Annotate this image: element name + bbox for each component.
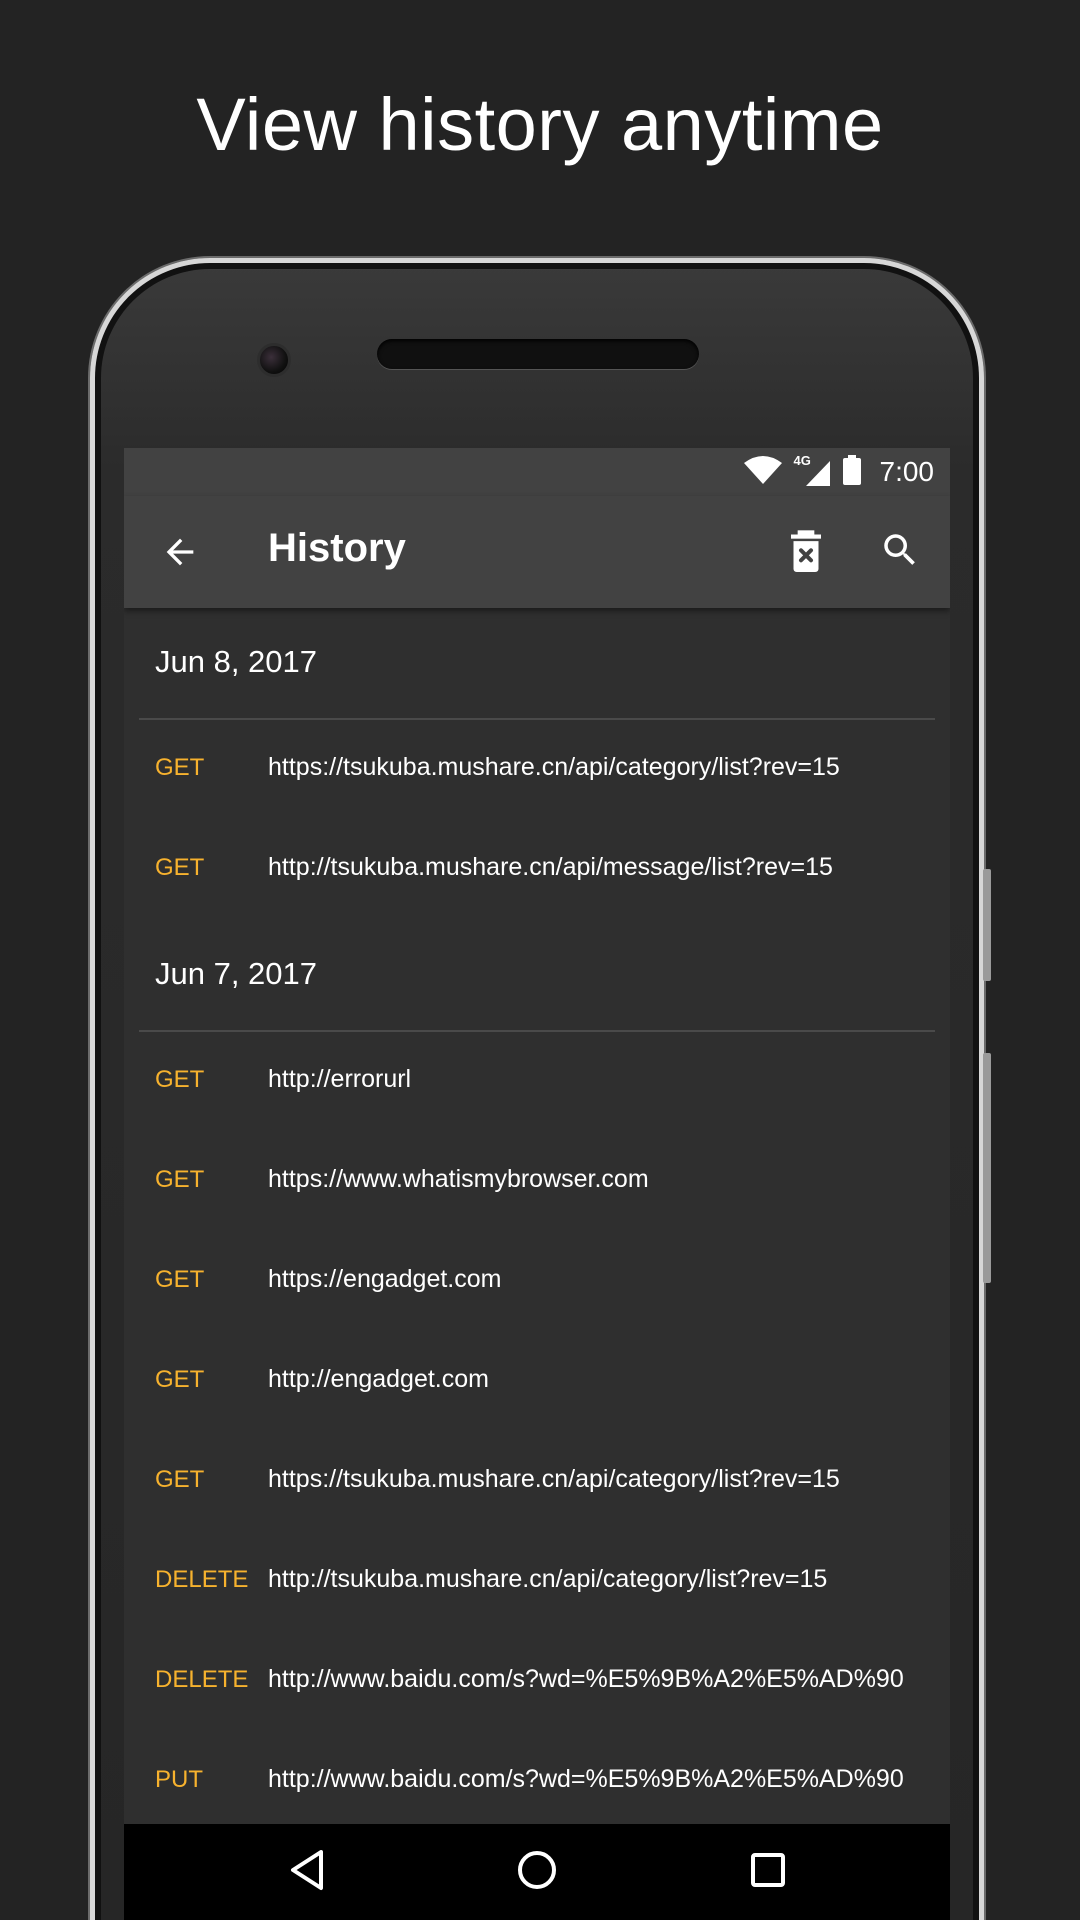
history-item[interactable]: GET http://errorurl: [124, 1032, 950, 1132]
date-label: Jun 7, 2017: [155, 956, 318, 991]
request-method: PUT: [155, 1766, 203, 1793]
request-method: GET: [155, 1266, 205, 1293]
arrow-back-icon: [160, 532, 200, 577]
history-item[interactable]: DELETE http://www.baidu.com/s?wd=%E5%9B%…: [124, 1632, 950, 1732]
home-circle-icon: [515, 1848, 559, 1897]
request-url: https://tsukuba.mushare.cn/api/category/…: [268, 1465, 840, 1493]
page-title: History: [268, 526, 406, 570]
request-url: http://engadget.com: [268, 1365, 489, 1393]
request-method: DELETE: [155, 1566, 249, 1593]
recents-square-icon: [748, 1850, 788, 1895]
history-item[interactable]: DELETE http://tsukuba.mushare.cn/api/cat…: [124, 1532, 950, 1632]
history-item[interactable]: GET http://tsukuba.mushare.cn/api/messag…: [124, 820, 950, 920]
power-button: [983, 1053, 991, 1283]
signal-icon: 4G: [792, 453, 832, 487]
system-nav-bar: [124, 1824, 950, 1920]
search-icon: [879, 529, 921, 576]
request-method: GET: [155, 1166, 205, 1193]
request-method: GET: [155, 1366, 205, 1393]
request-method: GET: [155, 1066, 205, 1093]
history-item[interactable]: GET https://www.whatismybrowser.com: [124, 1132, 950, 1232]
status-time: 7:00: [879, 456, 935, 487]
volume-button: [983, 869, 991, 981]
request-url: http://tsukuba.mushare.cn/api/category/l…: [268, 1565, 828, 1593]
status-bar: 4G 7:00: [124, 448, 950, 496]
date-header: Jun 7, 2017: [124, 920, 950, 1032]
search-button[interactable]: [872, 524, 928, 580]
history-item[interactable]: GET https://engadget.com: [124, 1232, 950, 1332]
history-item[interactable]: GET http://engadget.com: [124, 1332, 950, 1432]
nav-back-button[interactable]: [279, 1844, 335, 1900]
request-url: http://www.baidu.com/s?wd=%E5%9B%A2%E5%A…: [268, 1665, 904, 1693]
request-method: GET: [155, 754, 205, 781]
back-button[interactable]: [152, 526, 208, 582]
request-url: https://tsukuba.mushare.cn/api/category/…: [268, 753, 840, 781]
battery-icon: [842, 454, 862, 490]
request-method: GET: [155, 854, 205, 881]
history-item[interactable]: GET https://tsukuba.mushare.cn/api/categ…: [124, 720, 950, 820]
back-triangle-icon: [287, 1848, 327, 1897]
date-label: Jun 8, 2017: [155, 644, 318, 679]
request-method: DELETE: [155, 1666, 249, 1693]
nav-recents-button[interactable]: [740, 1844, 796, 1900]
request-method: GET: [155, 1466, 205, 1493]
app-bar: History: [124, 496, 950, 608]
promo-headline: View history anytime: [196, 83, 884, 166]
clear-history-button[interactable]: [778, 526, 834, 582]
history-list: Jun 8, 2017 GET https://tsukuba.mushare.…: [124, 608, 950, 1832]
history-item[interactable]: PUT http://www.baidu.com/s?wd=%E5%9B%A2%…: [124, 1732, 950, 1832]
request-url: https://engadget.com: [268, 1265, 502, 1293]
wifi-icon: [743, 455, 782, 490]
request-url: https://www.whatismybrowser.com: [268, 1165, 649, 1193]
earpiece-speaker: [377, 339, 699, 369]
front-camera: [257, 343, 291, 377]
delete-sweep-icon: [786, 529, 826, 579]
screenshot: View history anytime 4G 7:00 History Jun…: [0, 0, 1080, 1920]
request-url: http://www.baidu.com/s?wd=%E5%9B%A2%E5%A…: [268, 1765, 904, 1793]
history-item[interactable]: GET https://tsukuba.mushare.cn/api/categ…: [124, 1432, 950, 1532]
nav-home-button[interactable]: [509, 1844, 565, 1900]
request-url: http://errorurl: [268, 1065, 412, 1093]
date-header: Jun 8, 2017: [124, 608, 950, 720]
request-url: http://tsukuba.mushare.cn/api/message/li…: [268, 853, 833, 881]
phone-screen: 4G 7:00 History Jun 8, 2017 GET https://…: [124, 448, 950, 1920]
